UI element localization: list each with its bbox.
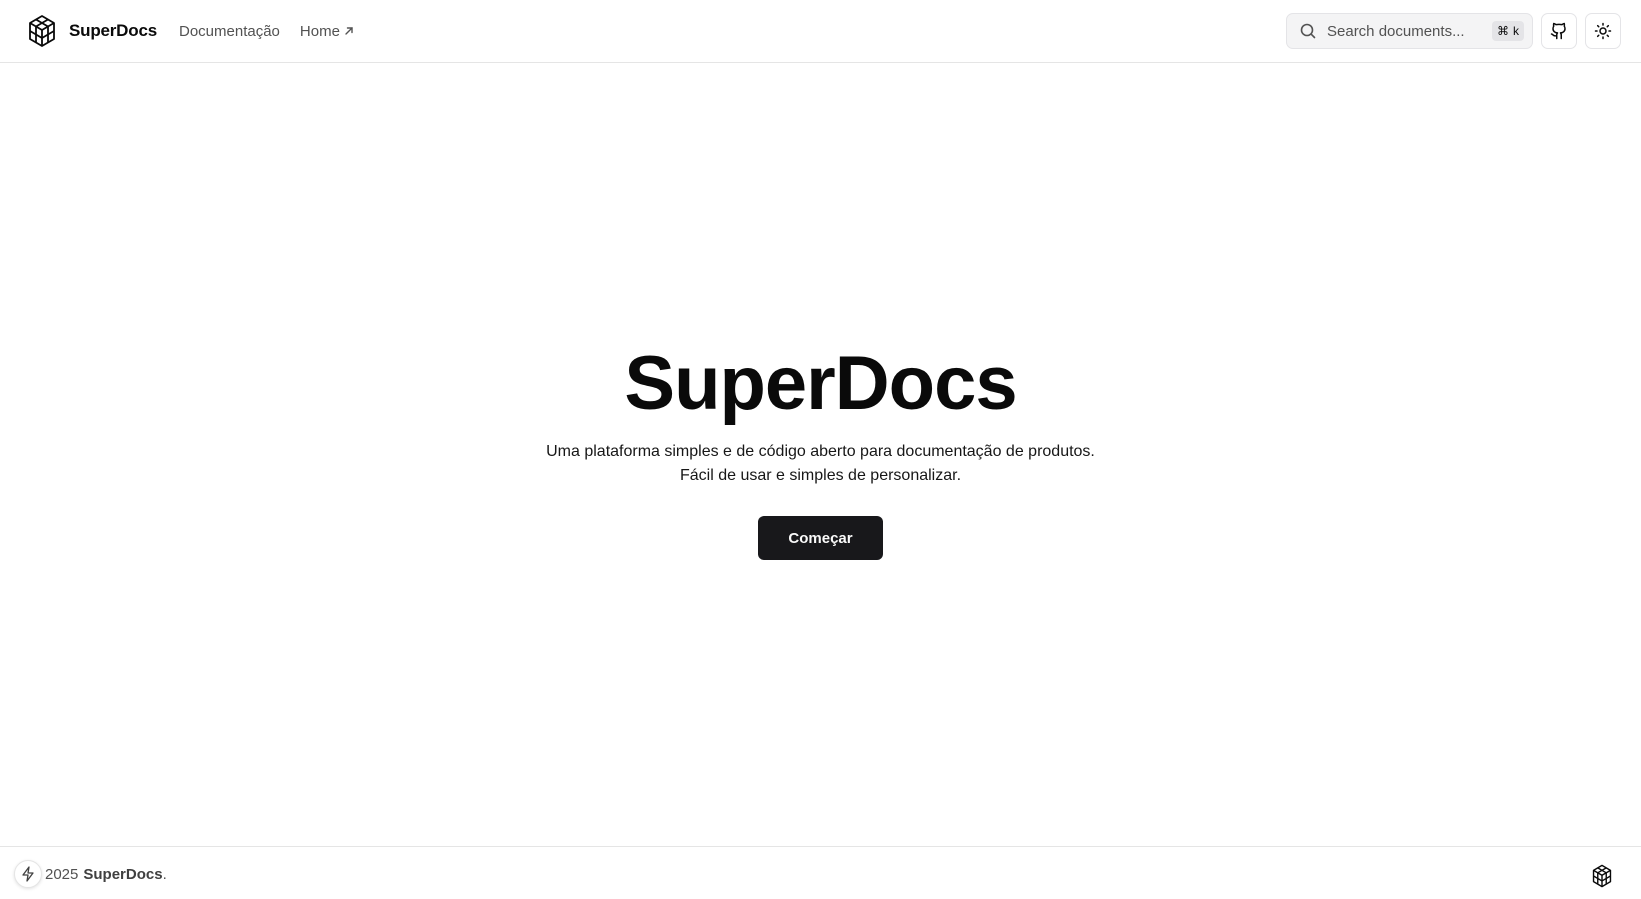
nav-link-label: Home: [299, 22, 340, 40]
footer-suffix: .: [162, 865, 167, 883]
hero-description: Uma plataforma simples e de código abert…: [0, 440, 1641, 488]
github-button[interactable]: [1541, 13, 1577, 49]
main-nav: Documentação Home: [179, 20, 354, 42]
search-box[interactable]: Search documents... ⌘ k: [1286, 13, 1533, 49]
footer-brand: SuperDocs: [83, 865, 163, 883]
hero-section: SuperDocs Uma plataforma simples e de có…: [0, 340, 1641, 560]
get-started-button[interactable]: Começar: [758, 516, 883, 560]
command-key: ⌘: [1497, 24, 1509, 38]
github-icon: [1550, 22, 1566, 40]
brand-link[interactable]: SuperDocs: [27, 13, 157, 49]
page-footer: 2025 SuperDocs .: [0, 846, 1641, 899]
shortcut-key: k: [1513, 24, 1519, 38]
nav-link-label: Documentação: [179, 22, 280, 40]
footer-copyright: 2025 SuperDocs .: [14, 860, 167, 888]
bolt-icon: [22, 866, 34, 882]
search-placeholder: Search documents...: [1327, 22, 1465, 40]
theme-toggle-button[interactable]: [1585, 13, 1621, 49]
bolt-button[interactable]: [14, 860, 42, 888]
arrow-up-right-icon: [345, 27, 353, 35]
search-icon: [1300, 23, 1316, 39]
cube-logo-icon: [29, 15, 55, 47]
hero-description-line-1: Uma plataforma simples e de código abert…: [546, 443, 1095, 460]
brand-name: SuperDocs: [69, 21, 157, 40]
top-header: SuperDocs Documentação Home Search docum…: [0, 0, 1641, 63]
footer-year: 2025: [45, 865, 79, 883]
hero-title: SuperDocs: [624, 341, 1017, 426]
cube-logo-icon: [1592, 864, 1612, 888]
sun-icon: [1594, 22, 1612, 40]
search-shortcut: ⌘ k: [1492, 21, 1524, 41]
hero-description-line-2: Fácil de usar e simples de personalizar.: [679, 467, 962, 484]
nav-link-documentacao[interactable]: Documentação: [179, 23, 280, 40]
nav-link-home[interactable]: Home: [300, 23, 354, 40]
